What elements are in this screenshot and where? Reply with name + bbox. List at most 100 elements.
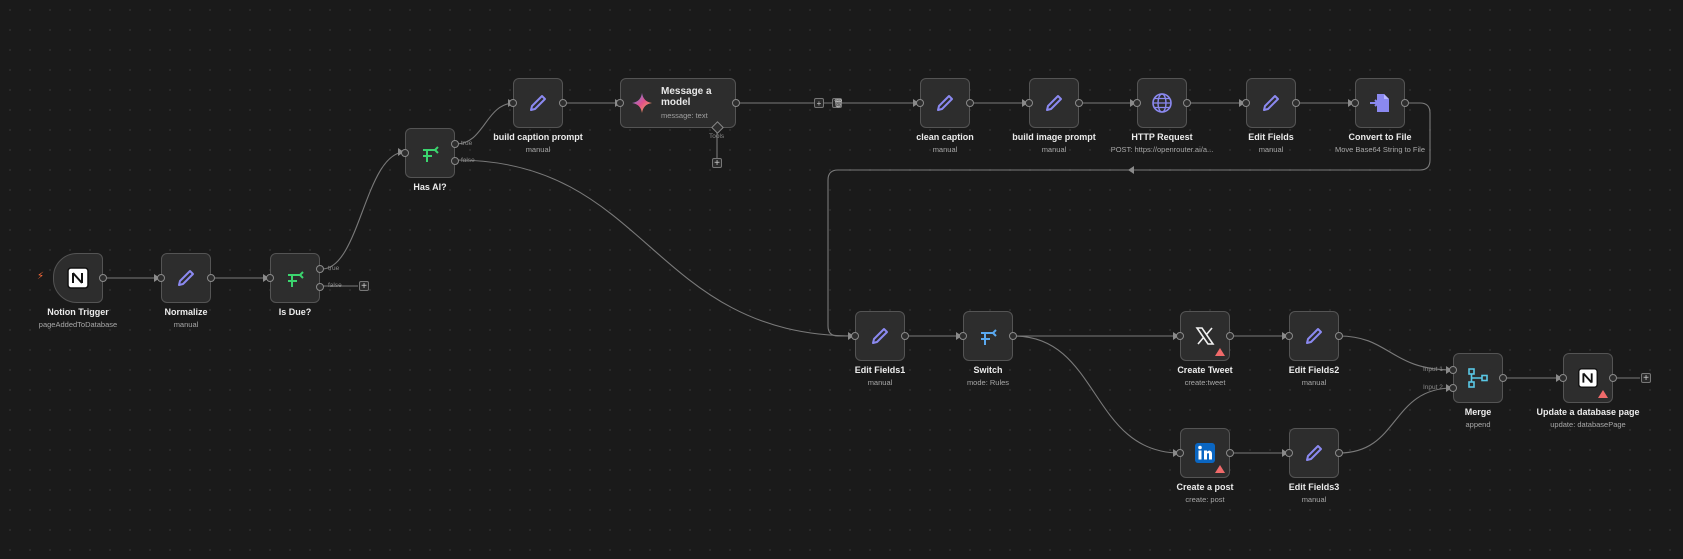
node-convert-to-file[interactable]	[1351, 78, 1409, 128]
warning-icon[interactable]	[1598, 390, 1608, 398]
add-node-button-isdue-false[interactable]: +	[359, 281, 369, 292]
node-label-switch: Switch mode: Rules	[918, 365, 1058, 387]
node-title: Edit Fields2	[1288, 365, 1340, 375]
output-port[interactable]	[1499, 374, 1507, 382]
node-has-ai[interactable]	[401, 128, 459, 178]
pencil-icon	[1306, 328, 1322, 344]
port-label-input2: Input 2	[1423, 384, 1443, 391]
node-title: Convert to File	[1348, 132, 1412, 142]
output-port[interactable]	[1009, 332, 1017, 340]
wire-isdue-true-hasai	[321, 151, 406, 270]
node-subtitle: Move Base64 String to File	[1334, 145, 1426, 154]
node-update-database-page[interactable]	[1559, 353, 1617, 403]
input-port-1[interactable]	[1449, 366, 1457, 374]
node-create-tweet[interactable]	[1176, 311, 1234, 361]
add-tool-button[interactable]: +	[712, 158, 722, 169]
warning-icon[interactable]	[1215, 348, 1225, 356]
merge-icon	[1468, 368, 1488, 388]
port-label-false: false	[461, 157, 475, 164]
output-port[interactable]	[1335, 449, 1343, 457]
node-normalize[interactable]	[157, 253, 215, 303]
node-title: Is Due?	[278, 307, 312, 317]
output-port-false[interactable]	[316, 283, 324, 291]
warning-icon[interactable]	[1215, 465, 1225, 473]
wire-switch-post	[1013, 335, 1181, 454]
node-edit-fields[interactable]	[1242, 78, 1300, 128]
node-edit-fields2[interactable]	[1285, 311, 1343, 361]
output-port[interactable]	[1183, 99, 1191, 107]
node-build-caption-prompt[interactable]	[509, 78, 567, 128]
wire-add-button[interactable]: +	[814, 98, 824, 108]
output-port[interactable]	[1226, 332, 1234, 340]
output-port-false[interactable]	[451, 157, 459, 165]
trigger-bolt-icon: ⚡	[37, 271, 45, 282]
node-label-has-ai: Has AI?	[360, 182, 500, 192]
input-port[interactable]	[1025, 99, 1033, 107]
output-port[interactable]	[207, 274, 215, 282]
input-port[interactable]	[616, 99, 624, 107]
switch-icon	[981, 329, 997, 345]
node-clean-caption[interactable]	[916, 78, 974, 128]
node-title: build caption prompt	[493, 132, 583, 142]
node-label-edit-fields3: Edit Fields3 manual	[1244, 482, 1384, 504]
output-port[interactable]	[966, 99, 974, 107]
node-subtitle: mode: Rules	[966, 378, 1010, 387]
node-label-edit-fields2: Edit Fields2 manual	[1244, 365, 1384, 387]
node-create-a-post[interactable]	[1176, 428, 1234, 478]
node-edit-fields1[interactable]	[851, 311, 909, 361]
wire-delete-button[interactable]: 🗑	[832, 98, 843, 108]
input-port[interactable]	[1176, 449, 1184, 457]
output-port-true[interactable]	[451, 140, 459, 148]
node-edit-fields3[interactable]	[1285, 428, 1343, 478]
node-subtitle: manual	[525, 145, 551, 154]
input-port[interactable]	[916, 99, 924, 107]
input-port[interactable]	[1133, 99, 1141, 107]
file-convert-icon	[1370, 94, 1389, 112]
output-port[interactable]	[559, 99, 567, 107]
output-port[interactable]	[1075, 99, 1083, 107]
workflow-canvas[interactable]: + + + + 🗑 ⚡ Notion Trigger pageAddedToDa…	[0, 0, 1683, 559]
output-port[interactable]	[1609, 374, 1617, 382]
notion-icon	[1578, 368, 1598, 388]
output-port[interactable]	[99, 274, 107, 282]
x-logo-icon	[1195, 327, 1215, 345]
add-node-button-end[interactable]: +	[1641, 373, 1651, 384]
output-port[interactable]	[732, 99, 740, 107]
input-port[interactable]	[266, 274, 274, 282]
input-port[interactable]	[509, 99, 517, 107]
output-port-true[interactable]	[316, 265, 324, 273]
node-subtitle: manual	[173, 320, 199, 329]
node-label-convert-to-file: Convert to File Move Base64 String to Fi…	[1310, 132, 1450, 154]
input-port-2[interactable]	[1449, 384, 1457, 392]
input-port[interactable]	[959, 332, 967, 340]
pencil-icon	[937, 95, 953, 111]
output-port[interactable]	[1335, 332, 1343, 340]
node-title: Has AI?	[413, 182, 447, 192]
pencil-icon	[530, 95, 546, 111]
input-port[interactable]	[1351, 99, 1359, 107]
output-port[interactable]	[1401, 99, 1409, 107]
node-build-image-prompt[interactable]	[1025, 78, 1083, 128]
node-switch[interactable]	[959, 311, 1017, 361]
node-is-due[interactable]	[266, 253, 324, 303]
input-port[interactable]	[401, 149, 409, 157]
node-merge[interactable]	[1449, 353, 1507, 403]
node-notion-trigger[interactable]	[53, 253, 107, 303]
input-port[interactable]	[1559, 374, 1567, 382]
input-port[interactable]	[851, 332, 859, 340]
input-port[interactable]	[157, 274, 165, 282]
output-port[interactable]	[1292, 99, 1300, 107]
input-port[interactable]	[1285, 332, 1293, 340]
node-title: Message a model	[661, 86, 712, 108]
input-port[interactable]	[1176, 332, 1184, 340]
pencil-icon	[1046, 95, 1062, 111]
node-message-a-model[interactable]: Message a model message: text	[616, 78, 740, 134]
input-port[interactable]	[1242, 99, 1250, 107]
notion-icon	[67, 267, 89, 289]
input-port[interactable]	[1285, 449, 1293, 457]
port-label-false: false	[328, 282, 342, 289]
output-port[interactable]	[1226, 449, 1234, 457]
node-http-request[interactable]	[1133, 78, 1191, 128]
port-label-true: true	[328, 265, 340, 272]
output-port[interactable]	[901, 332, 909, 340]
